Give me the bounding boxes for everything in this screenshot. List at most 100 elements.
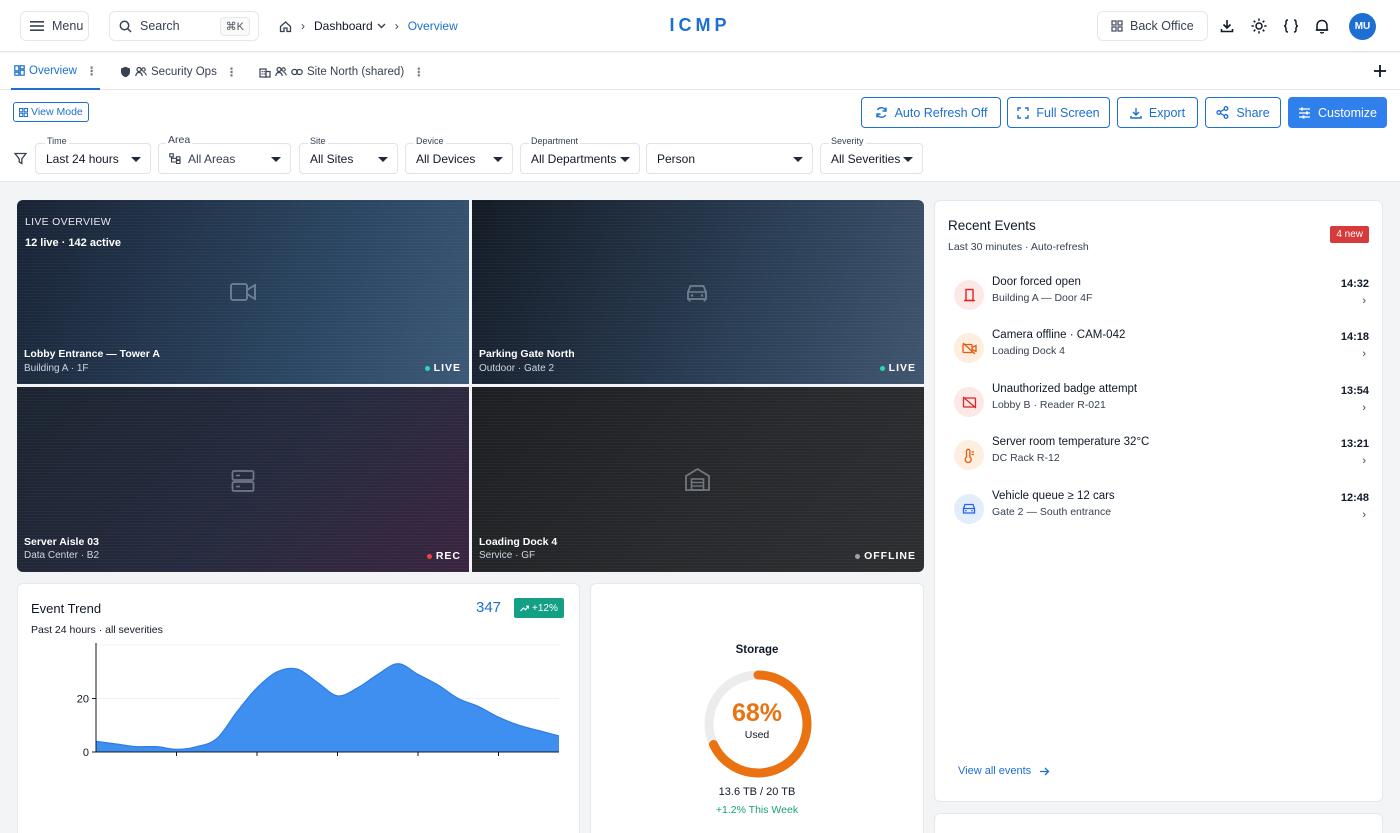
chevron-right-icon[interactable]: › [1362,295,1366,307]
share-button[interactable]: Share [1205,97,1281,128]
more-vertical-icon[interactable]: ⋮ [413,65,425,79]
event-location: Loading Dock 4 [992,345,1065,357]
filter-icon[interactable] [14,152,27,165]
storage-used-label: Used [744,729,770,741]
event-location: Lobby B · Reader R-021 [992,399,1106,411]
device-filter-value: All Devices [416,151,476,166]
tab-overview[interactable]: Overview ⋮ [11,53,101,90]
menu-button[interactable]: Menu [20,11,89,41]
camera-tile-server-aisle[interactable]: Server Aisle 03 Data Center · B2 REC [17,387,469,572]
trend-title: Event Trend [31,601,102,616]
breadcrumb-dashboard[interactable]: Dashboard [314,19,386,33]
fullscreen-icon [1017,106,1030,119]
camera-location: Service · GF [479,550,536,561]
view-mode-button[interactable]: View Mode [13,102,89,122]
rec-dot [426,553,432,559]
tab-label: Security Ops [151,65,217,78]
event-location: DC Rack R-12 [992,452,1060,464]
event-icon-bg [954,280,984,310]
arrow-right-icon [1040,767,1050,775]
department-filter[interactable]: All Departments [520,143,640,174]
event-icon-bg [954,440,984,470]
event-row[interactable]: Camera offline · CAM-042 Loading Dock 4 … [954,326,1369,372]
camera-location: Data Center · B2 [24,550,100,561]
link-icon [291,68,303,75]
chevron-right-icon[interactable]: › [1362,455,1366,467]
chevron-right-icon[interactable]: › [1362,348,1366,360]
breadcrumb: › Dashboard › Overview [279,17,458,35]
dashboard-icon [14,65,25,76]
auto-refresh-button[interactable]: Auto Refresh Off [861,97,1001,128]
tab-security-ops[interactable]: Security Ops ⋮ [120,53,237,90]
time-filter[interactable]: Last 24 hours [35,143,151,174]
storage-card: Storage 68% Used 13.6 TB / 20 TB +1.2% T… [590,583,924,833]
severity-filter[interactable]: All Severities [820,143,923,174]
tab-site-north[interactable]: Site North (shared) ⋮ [259,53,425,90]
video-camera-icon [230,283,256,301]
camera-name: Parking Gate North [479,348,575,360]
refresh-icon [875,107,887,118]
trending-up-icon [520,605,529,611]
event-row[interactable]: Door forced open Building A — Door 4F 14… [954,273,1369,319]
bell-icon[interactable] [1313,17,1331,35]
download-icon [1130,107,1142,119]
person-filter-value: Person [657,151,696,166]
customize-button[interactable]: Customize [1288,97,1387,128]
caret-down-icon [620,157,630,162]
add-tab-icon[interactable] [1373,64,1387,78]
event-time: 14:18 [1340,331,1369,343]
chevron-down-icon [377,23,386,29]
caret-down-icon [493,157,503,162]
device-filter-label: Device [414,136,446,146]
camera-tile-loading-dock[interactable]: Loading Dock 4 Service · GF OFFLINE [472,387,924,572]
sun-icon[interactable] [1250,17,1268,35]
full-screen-button[interactable]: Full Screen [1007,97,1110,128]
event-title: Server room temperature 32°C [992,436,1150,448]
view-all-events-link[interactable]: View all events [958,765,1050,777]
breadcrumb-overview[interactable]: Overview [408,19,458,33]
badge-off-icon [962,396,976,408]
device-filter[interactable]: All Devices [405,143,513,174]
shield-icon [121,66,130,77]
camera-tile-lobby[interactable]: LIVE OVERVIEW 12 live · 142 active Lobby… [17,200,469,384]
back-office-button[interactable]: Back Office [1097,11,1208,41]
home-icon[interactable] [279,20,292,33]
code-braces-icon[interactable] [1282,17,1300,35]
event-location: Building A — Door 4F [992,292,1093,304]
event-row[interactable]: Server room temperature 32°C DC Rack R-1… [954,433,1369,479]
event-time: 13:21 [1340,438,1369,450]
camera-location: Outdoor · Gate 2 [479,363,555,374]
avatar[interactable]: MU [1349,13,1376,40]
trend-area [96,663,559,752]
event-title: Vehicle queue ≥ 12 cars [992,490,1115,502]
site-filter[interactable]: All Sites [299,143,398,174]
building-icon [259,67,271,78]
event-time: 14:32 [1340,278,1369,290]
chevron-right-icon[interactable]: › [1362,509,1366,521]
severity-filter-label: Severity [829,136,866,146]
department-filter-label: Department [529,136,581,146]
download-icon[interactable] [1218,17,1236,35]
camera-status: LIVE [424,362,461,374]
event-icon-bg [954,333,984,363]
event-row[interactable]: Unauthorized badge attempt Lobby B · Rea… [954,380,1369,426]
person-filter[interactable]: Person [646,143,813,174]
storage-weekly-change: +1.2% This Week [715,804,799,816]
users-icon [275,66,287,77]
camera-status: REC [426,550,461,562]
chevron-right-icon[interactable]: › [1362,402,1366,414]
more-vertical-icon[interactable]: ⋮ [86,64,98,78]
camera-status: OFFLINE [855,550,916,562]
storage-capacity: 13.6 TB / 20 TB [718,786,796,798]
search-button[interactable]: Search ⌘K [109,11,259,41]
area-filter[interactable]: All Areas [158,143,291,174]
trend-subtitle: Past 24 hours · all severities [31,624,163,636]
more-vertical-icon[interactable]: ⋮ [226,65,238,79]
site-filter-label: Site [308,136,328,146]
department-filter-value: All Departments [531,151,617,166]
sliders-icon [1298,107,1310,118]
camera-tile-parking[interactable]: Parking Gate North Outdoor · Gate 2 LIVE [472,200,924,384]
export-button[interactable]: Export [1117,97,1198,128]
action-bar: View Mode Auto Refresh Off Full Screen E… [0,90,1400,134]
event-row[interactable]: Vehicle queue ≥ 12 cars Gate 2 — South e… [954,487,1369,533]
